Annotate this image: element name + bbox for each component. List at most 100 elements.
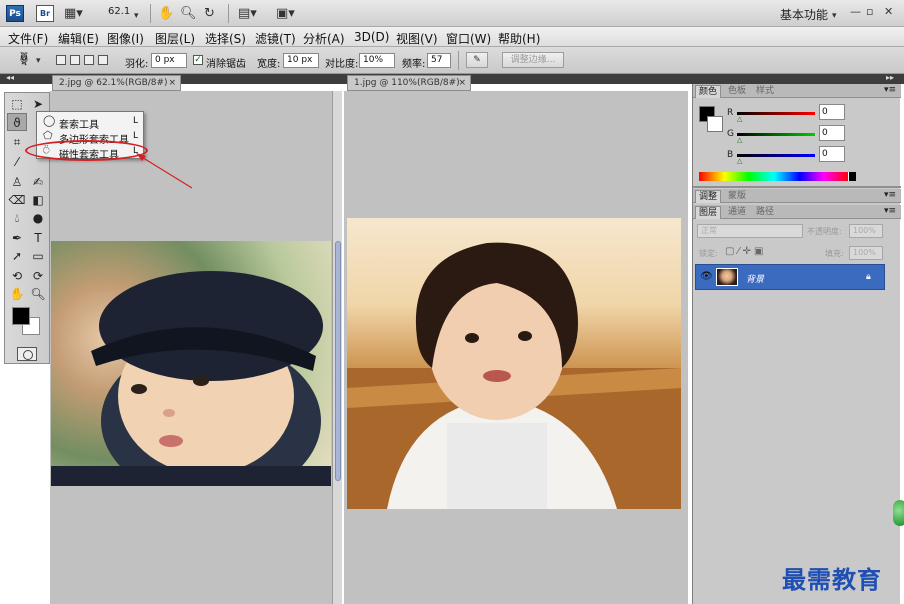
color-background-swatch[interactable] <box>707 116 723 132</box>
red-slider-handle[interactable]: △ <box>737 115 742 123</box>
menu-select[interactable]: 选择(S) <box>205 30 246 47</box>
menu-window[interactable]: 窗口(W) <box>446 30 491 47</box>
close-tab-icon[interactable]: × <box>168 76 176 90</box>
width-input[interactable]: 10 px <box>283 53 319 68</box>
close-button[interactable]: ✕ <box>884 5 893 18</box>
foreground-color-swatch[interactable] <box>12 307 30 325</box>
green-value-input[interactable]: 0 <box>819 125 845 141</box>
menu-image[interactable]: 图像(I) <box>107 30 144 47</box>
view-extras-icon[interactable]: ▦▾ <box>64 6 83 21</box>
red-value-input[interactable]: 0 <box>819 104 845 120</box>
minimize-button[interactable]: — <box>850 5 861 18</box>
feather-input[interactable]: 0 px <box>151 53 187 68</box>
lasso-tool-preset-icon[interactable]: 🪢︎ <box>16 52 33 67</box>
menu-3d[interactable]: 3D(D) <box>354 30 389 44</box>
tab-color[interactable]: 颜色 <box>695 85 722 98</box>
hand-tool-icon[interactable]: ✋ <box>158 6 174 21</box>
hand-tool-icon[interactable]: ✋ <box>7 285 27 303</box>
tab-adjustments[interactable]: 调整 <box>695 190 722 203</box>
3d-rotate-icon[interactable]: ⟲ <box>7 267 27 285</box>
subtract-selection-icon[interactable] <box>84 55 94 65</box>
collapse-right-icon[interactable]: ▸▸ <box>886 73 894 82</box>
document-tab-1[interactable]: 1.jpg @ 110%(RGB/8#) × <box>347 75 471 91</box>
color-spectrum-end[interactable] <box>848 172 856 181</box>
panel-menu-icon[interactable]: ▾≡ <box>881 205 899 218</box>
flyout-lasso-tool[interactable]: ◯ 套索工具 L <box>41 114 141 131</box>
zoom-level[interactable]: 62.1 <box>108 6 130 17</box>
contrast-input[interactable]: 10% <box>359 53 395 68</box>
zoom-tool-icon[interactable]: 🔍︎ <box>28 285 48 303</box>
type-tool-icon[interactable]: T <box>28 229 48 247</box>
intersect-selection-icon[interactable] <box>98 55 108 65</box>
new-selection-icon[interactable] <box>56 55 66 65</box>
pen-tool-icon[interactable]: ✒ <box>7 229 27 247</box>
gradient-tool-icon[interactable]: ◧ <box>28 191 48 209</box>
dodge-tool-icon[interactable]: ● <box>28 209 48 227</box>
collapse-left-icon[interactable]: ◂◂ <box>6 73 14 82</box>
preset-dropdown-icon[interactable]: ▾ <box>36 54 41 69</box>
antialias-checkbox[interactable]: ✓ <box>193 55 203 65</box>
blue-slider-handle[interactable]: △ <box>737 157 742 165</box>
color-spectrum-bar[interactable] <box>699 172 849 181</box>
tab-layers[interactable]: 图层 <box>695 206 722 219</box>
panel-menu-icon[interactable]: ▾≡ <box>881 84 899 97</box>
tab-styles[interactable]: 样式 <box>753 85 777 98</box>
blue-value-input[interactable]: 0 <box>819 146 845 162</box>
marquee-tool-icon[interactable]: ⬚ <box>7 95 27 113</box>
workspace-switcher[interactable]: 基本功能 <box>780 6 828 23</box>
menu-file[interactable]: 文件(F) <box>8 30 48 47</box>
menu-layer[interactable]: 图层(L) <box>155 30 195 47</box>
crop-tool-icon[interactable]: ⌗ <box>7 133 27 151</box>
bridge-button[interactable]: Br <box>36 5 54 22</box>
floating-widget[interactable] <box>893 500 904 526</box>
panel-menu-icon[interactable]: ▾≡ <box>881 189 899 202</box>
add-selection-icon[interactable] <box>70 55 80 65</box>
opacity-input[interactable]: 100% <box>849 224 883 238</box>
tab-paths[interactable]: 路径 <box>753 206 777 219</box>
blend-mode-select[interactable]: 正常 <box>697 224 803 238</box>
menu-view[interactable]: 视图(V) <box>396 30 438 47</box>
lasso-tool-icon[interactable]: ϑ <box>7 113 27 131</box>
layer-name[interactable]: 背景 <box>746 272 764 285</box>
red-slider[interactable] <box>737 112 815 115</box>
zoom-tool-icon[interactable]: 🔍︎ <box>180 6 197 21</box>
history-brush-icon[interactable]: ✍ <box>28 173 48 191</box>
close-tab-icon[interactable]: × <box>458 76 466 90</box>
green-slider[interactable] <box>737 133 815 136</box>
layer-row-background[interactable]: 👁︎ 背景 🔒︎ <box>695 264 885 290</box>
tab-swatches[interactable]: 色板 <box>725 85 749 98</box>
fill-input[interactable]: 100% <box>849 246 883 260</box>
menu-edit[interactable]: 编辑(E) <box>58 30 99 47</box>
tablet-pressure-icon[interactable]: ✎ <box>466 52 488 68</box>
screen-mode-icon[interactable]: ▣▾ <box>276 6 295 21</box>
menu-help[interactable]: 帮助(H) <box>498 30 540 47</box>
blur-tool-icon[interactable]: 💧︎ <box>7 209 27 227</box>
frequency-input[interactable]: 57 <box>427 53 451 68</box>
arrange-documents-icon[interactable]: ▤▾ <box>238 6 257 21</box>
eyedropper-tool-icon[interactable]: ⁄ <box>7 153 27 171</box>
application-bar: Ps Br ▦▾ 62.1 ▾ ✋ 🔍︎ ↻ ▤▾ ▣▾ 基本功能 ▾ — ▫ … <box>0 0 904 27</box>
eraser-tool-icon[interactable]: ⌫ <box>7 191 27 209</box>
eye-icon[interactable]: 👁︎ <box>700 271 713 282</box>
3d-orbit-icon[interactable]: ⟳ <box>28 267 48 285</box>
tab-masks[interactable]: 蒙版 <box>725 190 749 203</box>
lock-icons[interactable]: ▢ ⁄ ✛ ▣ <box>725 246 763 257</box>
zoom-dropdown-icon[interactable]: ▾ <box>134 9 139 24</box>
contrast-label: 对比度: <box>325 59 359 70</box>
shape-tool-icon[interactable]: ▭ <box>28 247 48 265</box>
document-tab-2[interactable]: 2.jpg @ 62.1%(RGB/8#) × <box>52 75 181 91</box>
green-slider-handle[interactable]: △ <box>737 136 742 144</box>
quick-mask-icon[interactable] <box>17 347 37 361</box>
path-selection-icon[interactable]: ➚ <box>7 247 27 265</box>
tab-channels[interactable]: 通道 <box>725 206 749 219</box>
restore-button[interactable]: ▫ <box>866 5 873 18</box>
rotate-view-icon[interactable]: ↻ <box>204 6 215 21</box>
menu-filter[interactable]: 滤镜(T) <box>255 30 296 47</box>
workspace-dropdown-icon[interactable]: ▾ <box>832 9 837 24</box>
refine-edge-button[interactable]: 调整边缘... <box>502 52 564 68</box>
clone-stamp-icon[interactable]: ♙ <box>7 173 27 191</box>
menu-analysis[interactable]: 分析(A) <box>303 30 345 47</box>
blue-slider[interactable] <box>737 154 815 157</box>
scroll-thumb[interactable] <box>335 241 341 481</box>
vertical-scrollbar[interactable] <box>332 91 342 604</box>
